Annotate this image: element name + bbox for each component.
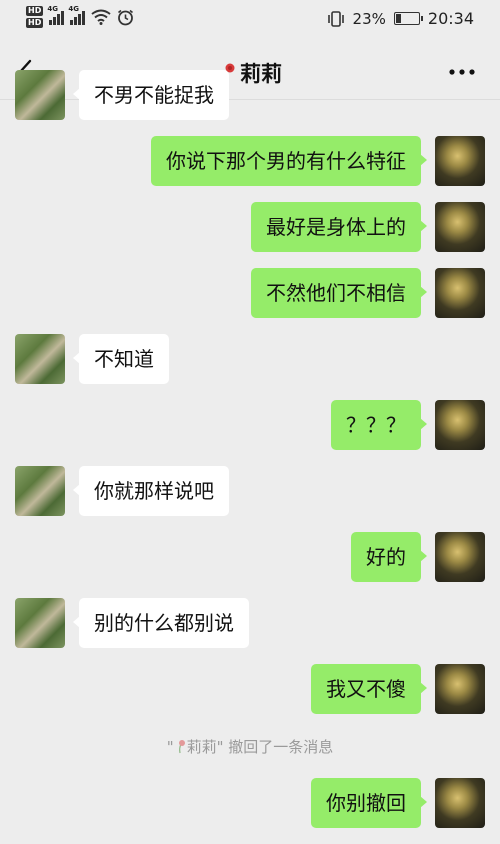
message-bubble-outgoing[interactable]: ？？？ — [331, 400, 427, 450]
hd-indicator: HD HD — [26, 6, 44, 28]
message-bubble-incoming[interactable]: 不男不能捉我 — [73, 70, 229, 120]
battery-percent: 23% — [352, 9, 386, 28]
message-bubble-outgoing[interactable]: 你说下那个男的有什么特征 — [151, 136, 427, 186]
signal-icon: 4G — [68, 5, 86, 25]
message-bubble-incoming[interactable]: 不知道 — [73, 334, 169, 384]
my-avatar[interactable] — [435, 136, 485, 186]
contact-avatar[interactable] — [15, 598, 65, 648]
my-avatar[interactable] — [435, 400, 485, 450]
status-bar: HD HD 4G 4G 23% 20:34 — [0, 0, 500, 40]
chat-title-text: 莉莉 — [240, 62, 282, 86]
message-bubble-outgoing[interactable]: 好的 — [351, 532, 427, 582]
more-icon[interactable] — [448, 62, 476, 82]
message-bubble-outgoing[interactable]: 你别撤回 — [311, 778, 427, 828]
my-avatar[interactable] — [435, 664, 485, 714]
chat-title: 莉莉 — [0, 58, 500, 88]
contact-avatar[interactable] — [15, 70, 65, 120]
message-bubble-incoming[interactable]: 你就那样说吧 — [73, 466, 229, 516]
recall-notice-name[interactable]: 莉莉 — [187, 738, 217, 756]
wifi-icon — [91, 9, 111, 25]
message-bubble-outgoing[interactable]: 最好是身体上的 — [251, 202, 427, 252]
message-bubble-incoming[interactable]: 别的什么都别说 — [73, 598, 249, 648]
my-avatar[interactable] — [435, 268, 485, 318]
message-bubble-outgoing[interactable]: 我又不傻 — [311, 664, 427, 714]
recall-notice: " 莉莉" 撤回了一条消息 — [166, 738, 334, 756]
my-avatar[interactable] — [435, 532, 485, 582]
alarm-icon — [118, 9, 134, 25]
vibrate-icon — [327, 10, 344, 27]
clock: 20:34 — [427, 9, 474, 28]
contact-avatar[interactable] — [15, 334, 65, 384]
rose-icon — [178, 740, 185, 754]
battery-icon — [393, 12, 423, 25]
signal-icon: 4G — [47, 5, 65, 25]
message-bubble-outgoing[interactable]: 不然他们不相信 — [251, 268, 427, 318]
my-avatar[interactable] — [435, 202, 485, 252]
my-avatar[interactable] — [435, 778, 485, 828]
contact-avatar[interactable] — [15, 466, 65, 516]
